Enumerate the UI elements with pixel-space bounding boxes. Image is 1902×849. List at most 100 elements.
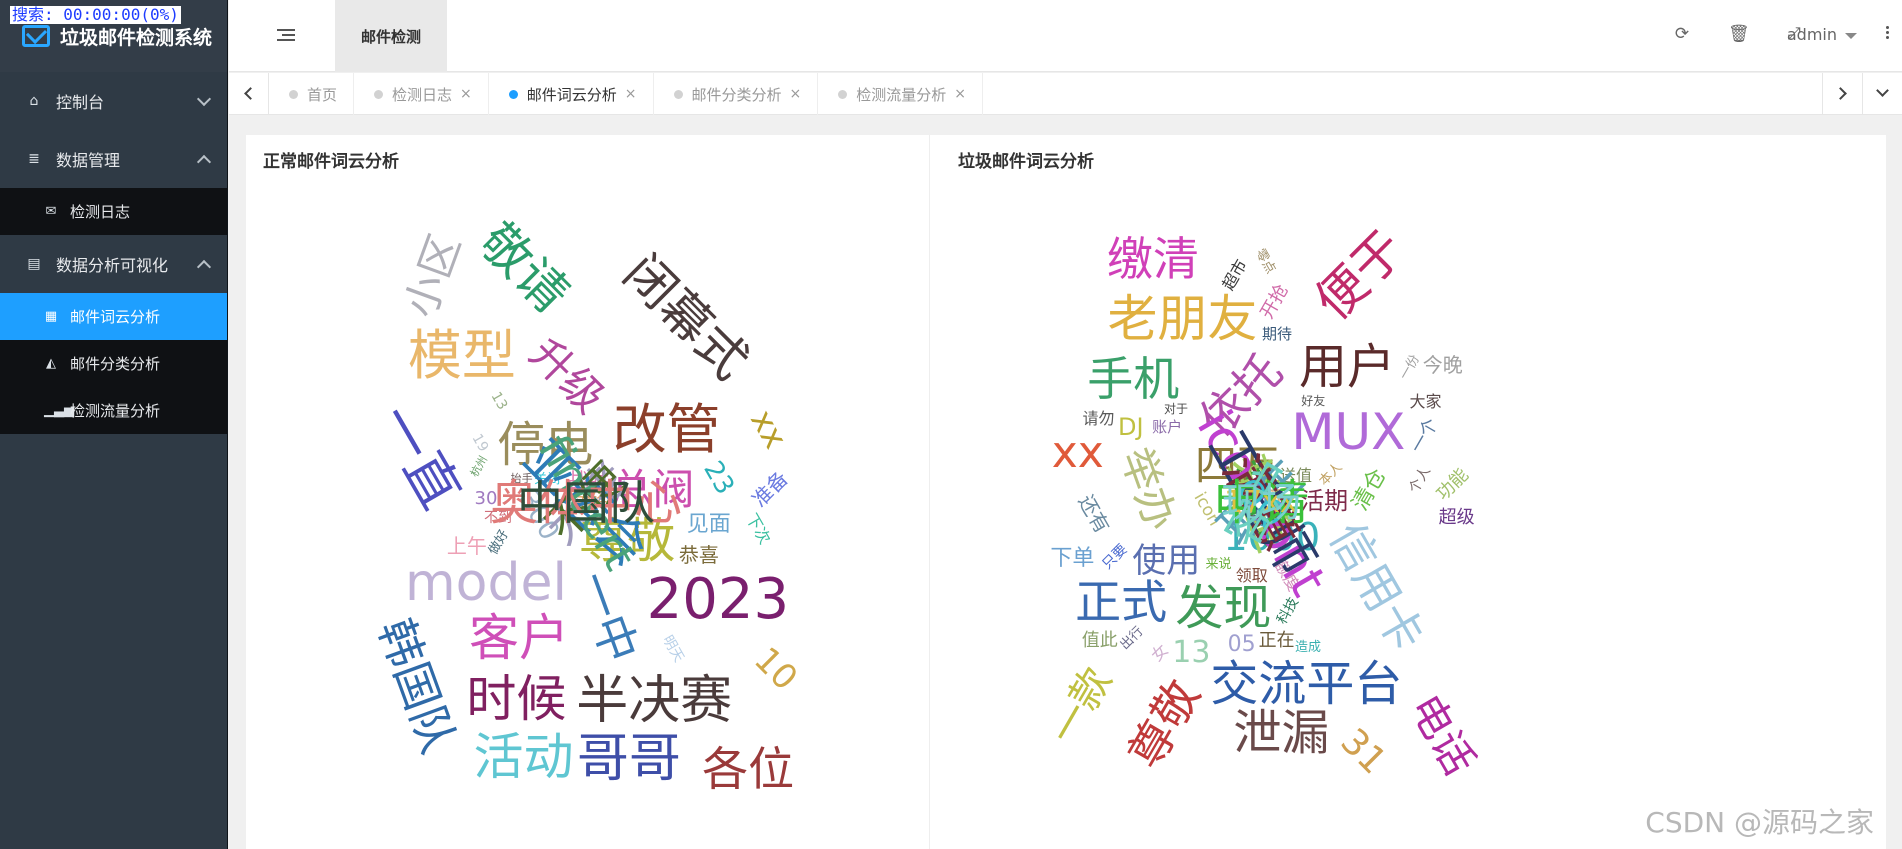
wordcloud-normal: 谅解 战胜 尊敬 停电 总阀 300 一中 升级 model 改管 闭幕式 2023 客户 关闭 做好 不到一… bbox=[366, 213, 806, 793]
caret-down-icon bbox=[1845, 32, 1857, 39]
wordcloud-word: 尊敬 bbox=[1117, 671, 1211, 778]
sidebar-item-traffic[interactable]: ▁▃▅ 检测流量分析 bbox=[0, 387, 227, 434]
wordcloud-word: 功能 bbox=[1432, 464, 1474, 506]
sidebar-item-dashboard[interactable]: ⌂ 控制台 bbox=[0, 72, 227, 130]
wordcloud-word: 改管 bbox=[612, 397, 721, 461]
close-icon[interactable]: × bbox=[625, 86, 637, 102]
wordcloud-word: 信用卡 bbox=[1318, 513, 1435, 661]
tab-label: 检测日志 bbox=[392, 85, 453, 104]
wordcloud-word: 泄漏 bbox=[1233, 704, 1330, 761]
wordcloud-word: 便于 bbox=[1304, 219, 1416, 332]
page-tabs-bar: 首页 检测日志 × 邮件词云分析 × 邮件分类分析 × 检测流量分析 × bbox=[229, 73, 1902, 115]
sidebar-item-label: 数据管理 bbox=[56, 151, 121, 170]
tab-dot bbox=[289, 89, 298, 99]
mail-logo-icon bbox=[22, 25, 50, 47]
sidebar-item-data-management[interactable]: ≣ 数据管理 bbox=[0, 130, 227, 188]
mail-icon: ✉ bbox=[45, 204, 57, 219]
wordcloud-word: 一直 bbox=[366, 393, 473, 519]
wordcloud-word: 手机 bbox=[1087, 352, 1180, 407]
tab-label: 首页 bbox=[307, 85, 338, 104]
wordcloud-word: 超级 bbox=[1438, 506, 1475, 528]
sidebar: 垃圾邮件检测系统 ⌂ 控制台 ≣ 数据管理 ✉ 检测日志 ▤ 数据分析可视化 ▦… bbox=[0, 0, 228, 849]
sidebar-item-detect-log[interactable]: ✉ 检测日志 bbox=[0, 188, 227, 235]
close-icon[interactable]: × bbox=[954, 86, 966, 102]
server-icon: ≣ bbox=[28, 151, 40, 167]
tab-wordcloud[interactable]: 邮件词云分析 × bbox=[489, 73, 654, 115]
app-title: 垃圾邮件检测系统 bbox=[60, 26, 213, 49]
refresh-icon[interactable]: ⟳ bbox=[1672, 24, 1692, 44]
wordcloud-word: 期待 bbox=[1261, 325, 1292, 344]
chevron-left-icon bbox=[244, 87, 257, 100]
wordcloud-word: 小区 bbox=[394, 228, 470, 324]
signal-icon: ▁▃▅ bbox=[44, 403, 74, 418]
tab-traffic[interactable]: 检测流量分析 × bbox=[818, 73, 984, 115]
wordcloud-word: 个人 bbox=[1406, 463, 1434, 497]
tab-label: 邮件分类分析 bbox=[691, 85, 782, 104]
tab-home[interactable]: 首页 bbox=[269, 73, 355, 115]
wordcloud-word: 杭州 bbox=[467, 454, 491, 480]
wordcloud-word: 上午 bbox=[446, 534, 487, 559]
wordcloud-word: 来说 bbox=[1205, 557, 1232, 573]
sidebar-item-wordcloud[interactable]: ▦ 邮件词云分析 bbox=[0, 293, 227, 340]
wordcloud-word: 一中 bbox=[566, 564, 649, 670]
sidebar-item-data-visualization[interactable]: ▤ 数据分析可视化 bbox=[0, 235, 227, 293]
wordcloud-word: 13 bbox=[1172, 635, 1211, 671]
sidebar-item-classification[interactable]: ◭ 邮件分类分析 bbox=[0, 340, 227, 387]
wordcloud-word: 使用 bbox=[1132, 541, 1201, 582]
sidebar-item-label: 控制台 bbox=[56, 93, 105, 112]
more-vertical-icon[interactable] bbox=[1884, 24, 1890, 41]
wordcloud-word: 缴清 bbox=[1107, 232, 1200, 287]
wordcloud-word: 哥哥 bbox=[576, 728, 681, 789]
area-chart-icon: ◭ bbox=[46, 356, 56, 371]
username: admin bbox=[1786, 25, 1837, 44]
tabs-menu-button[interactable] bbox=[1862, 73, 1902, 115]
tab-classification[interactable]: 邮件分类分析 × bbox=[654, 73, 819, 115]
tab-label: 邮件词云分析 bbox=[526, 85, 617, 104]
wordcloud-word: 老朋友 bbox=[1107, 290, 1258, 349]
sidebar-item-label: 检测流量分析 bbox=[70, 402, 161, 420]
wordcloud-word: 一个 bbox=[1406, 414, 1443, 457]
page-tabs: 首页 检测日志 × 邮件词云分析 × 邮件分类分析 × 检测流量分析 × bbox=[269, 73, 984, 115]
wordcloud-word: 时候 bbox=[466, 670, 567, 729]
wordcloud-word: 正式 bbox=[1075, 575, 1168, 630]
wordcloud-word: 升级 bbox=[520, 328, 615, 423]
trash-icon[interactable]: 🗑 bbox=[1728, 24, 1750, 44]
wordcloud-word: 闭幕式 bbox=[612, 243, 760, 391]
wordcloud-word: 现场 bbox=[1221, 480, 1301, 526]
close-icon[interactable]: × bbox=[790, 86, 802, 102]
tab-detect-log[interactable]: 检测日志 × bbox=[354, 73, 489, 115]
tabs-scroll-left-button[interactable] bbox=[229, 73, 269, 115]
sidebar-item-label: 检测日志 bbox=[70, 203, 131, 221]
wordcloud-word: 本人 bbox=[1316, 459, 1346, 489]
wordcloud-word: 半决赛 bbox=[576, 670, 733, 731]
header-tab-mail-detect[interactable]: 邮件检测 bbox=[335, 0, 447, 72]
wordcloud-word: 清仓 bbox=[1347, 464, 1392, 516]
wordcloud-word: 领取 bbox=[1235, 565, 1268, 585]
wordcloud-word: 31 bbox=[1332, 720, 1394, 783]
wordcloud-word: 一款 bbox=[1041, 659, 1122, 753]
wordcloud-word: 活动 bbox=[473, 728, 574, 787]
chevron-up-icon bbox=[196, 154, 212, 170]
tab-dot bbox=[838, 89, 848, 99]
wordcloud-word: 恭喜 bbox=[678, 543, 719, 568]
tabs-scroll-right-button[interactable] bbox=[1822, 73, 1862, 115]
close-icon[interactable]: × bbox=[460, 86, 472, 102]
tab-label: 检测流量分析 bbox=[856, 85, 947, 104]
wordcloud-word: DJ bbox=[1118, 412, 1144, 441]
grid-icon: ▦ bbox=[44, 309, 58, 324]
wordcloud-word: 见面 bbox=[686, 512, 731, 538]
panel-title-spam: 垃圾邮件词云分析 bbox=[958, 152, 1094, 172]
wordcloud-word: 大家 bbox=[1409, 392, 1442, 412]
wordcloud-word: 准备 bbox=[747, 466, 793, 512]
wordcloud-word: 开抢 bbox=[1256, 280, 1294, 323]
menu-toggle-icon[interactable] bbox=[277, 29, 295, 43]
wordcloud-word: 正在 bbox=[1258, 630, 1295, 652]
user-menu[interactable]: admin bbox=[1787, 25, 1857, 44]
wordcloud-word: 10 bbox=[746, 639, 806, 699]
wordcloud-word: 超市 bbox=[1217, 256, 1251, 294]
wordcloud-word: 05 bbox=[1227, 632, 1256, 658]
wordcloud-word: 女 bbox=[1146, 640, 1172, 666]
wordcloud-word: 下次 bbox=[741, 509, 775, 547]
wordcloud-word: 韩国队 bbox=[368, 611, 467, 760]
chevron-down-icon bbox=[1876, 84, 1889, 97]
